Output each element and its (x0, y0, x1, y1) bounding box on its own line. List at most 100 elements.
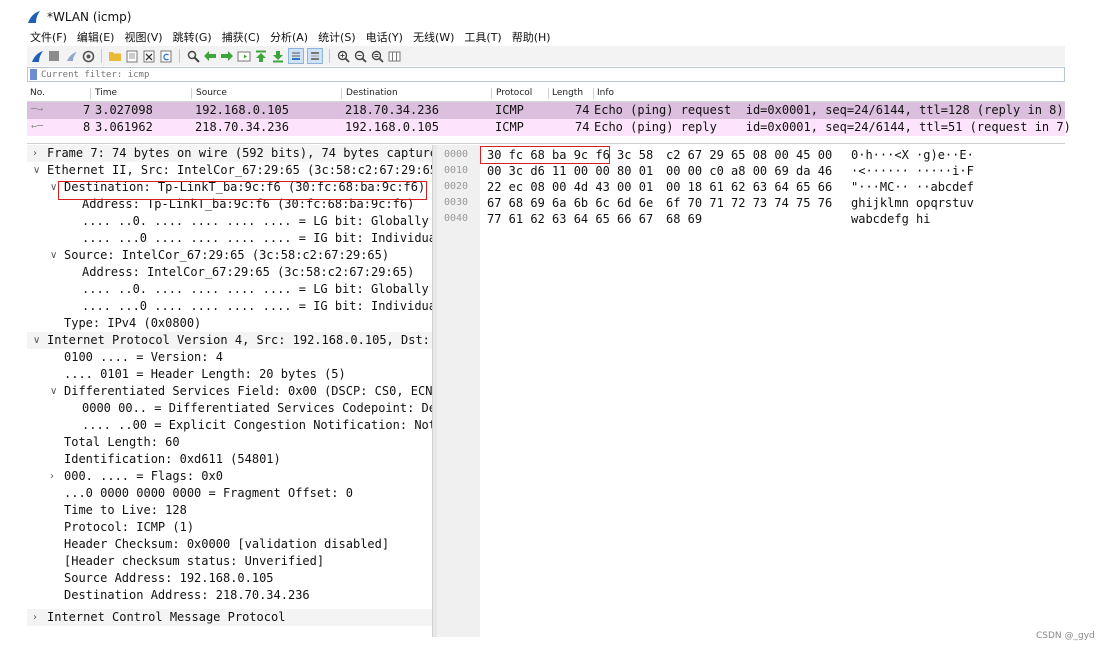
packet-length: 74 (575, 120, 590, 134)
detail-item[interactable]: Identification: 0xd611 (54801) (27, 451, 432, 468)
hex-bytes[interactable]: 68 69 (666, 211, 702, 227)
go-back-icon[interactable] (203, 49, 217, 63)
detail-item[interactable]: .... ...0 .... .... .... .... = IG bit: … (27, 298, 432, 315)
start-capture-icon[interactable] (30, 49, 44, 63)
zoom-reset-icon[interactable] (370, 49, 384, 63)
menu-telephony[interactable]: 电话(Y) (366, 29, 403, 45)
detail-item[interactable]: 0000 00.. = Differentiated Services Code… (27, 400, 432, 417)
detail-item[interactable]: .... ..0. .... .... .... .... = LG bit: … (27, 213, 432, 230)
collapse-icon[interactable]: ∨ (33, 162, 40, 179)
bookmark-icon[interactable] (30, 69, 37, 80)
hex-bytes[interactable]: 00 3c d6 11 00 00 80 01 (487, 163, 653, 179)
col-source[interactable]: Source (196, 88, 227, 98)
detail-item[interactable]: Address: IntelCor_67:29:65 (3c:58:c2:67:… (27, 264, 432, 281)
detail-item[interactable]: .... 0101 = Header Length: 20 bytes (5) (27, 366, 432, 383)
detail-text: Address: IntelCor_67:29:65 (3c:58:c2:67:… (82, 265, 415, 279)
menu-tools[interactable]: 工具(T) (464, 29, 501, 45)
collapse-icon[interactable]: ∨ (33, 332, 40, 349)
col-destination[interactable]: Destination (346, 88, 398, 98)
ascii-bytes[interactable]: ghijklmn opqrstuv (851, 195, 974, 211)
open-file-icon[interactable] (108, 49, 122, 63)
detail-item[interactable]: Type: IPv4 (0x0800) (27, 315, 432, 332)
hex-bytes[interactable]: 00 18 61 62 63 64 65 66 (666, 179, 832, 195)
detail-frame[interactable]: › Frame 7: 74 bytes on wire (592 bits), 7… (27, 145, 432, 162)
detail-item[interactable]: [Header checksum status: Unverified] (27, 553, 432, 570)
menu-help[interactable]: 帮助(H) (512, 29, 551, 45)
detail-ethernet[interactable]: ∨ Ethernet II, Src: IntelCor_67:29:65 (3c… (27, 162, 432, 179)
go-forward-icon[interactable] (220, 49, 234, 63)
menu-edit[interactable]: 编辑(E) (77, 29, 115, 45)
byte-offset: 0030 (444, 197, 469, 208)
col-info[interactable]: Info (597, 88, 614, 98)
hex-bytes[interactable]: 00 00 c0 a8 00 69 da 46 (666, 163, 832, 179)
detail-text: Source Address: 192.168.0.105 (64, 571, 274, 585)
detail-eth-source[interactable]: ∨ Source: IntelCor_67:29:65 (3c:58:c2:67:… (27, 247, 432, 264)
collapse-icon[interactable]: ∨ (50, 247, 57, 264)
first-packet-icon[interactable] (254, 49, 268, 63)
ascii-bytes[interactable]: "···MC·· ··abcdef (851, 179, 974, 195)
menu-wireless[interactable]: 无线(W) (413, 29, 454, 45)
expand-icon[interactable]: › (50, 468, 54, 485)
hex-bytes[interactable]: 77 61 62 63 64 65 66 67 (487, 211, 653, 227)
col-time[interactable]: Time (95, 88, 117, 98)
ascii-bytes[interactable]: ·<······ ·····i·F (851, 163, 974, 179)
expand-icon[interactable]: › (33, 145, 37, 162)
detail-text: Protocol: ICMP (1) (64, 520, 195, 534)
detail-flags[interactable]: › 000. .... = Flags: 0x0 (27, 468, 432, 485)
hex-bytes[interactable]: 67 68 69 6a 6b 6c 6d 6e (487, 195, 653, 211)
detail-item[interactable]: .... ..0. .... .... .... .... = LG bit: … (27, 281, 432, 298)
zoom-in-icon[interactable] (336, 49, 350, 63)
hex-bytes[interactable]: 22 ec 08 00 4d 43 00 01 (487, 179, 653, 195)
colorize-icon[interactable] (307, 48, 323, 64)
last-packet-icon[interactable] (271, 49, 285, 63)
hex-bytes[interactable]: c2 67 29 65 08 00 45 00 (666, 147, 832, 163)
detail-item[interactable]: Total Length: 60 (27, 434, 432, 451)
menu-file[interactable]: 文件(F) (30, 29, 67, 45)
detail-text: Time to Live: 128 (64, 503, 187, 517)
detail-ipv4[interactable]: ∨ Internet Protocol Version 4, Src: 192.1… (27, 332, 432, 349)
detail-item[interactable]: Destination Address: 218.70.34.236 (27, 587, 432, 604)
go-to-packet-icon[interactable] (237, 49, 251, 63)
detail-text: Type: IPv4 (0x0800) (64, 316, 202, 330)
close-file-icon[interactable] (142, 49, 156, 63)
detail-dsfield[interactable]: ∨ Differentiated Services Field: 0x00 (DS… (27, 383, 432, 400)
packet-row[interactable]: ←─ 8 3.061962 218.70.34.236 192.168.0.10… (27, 119, 1071, 136)
detail-text: 000. .... = Flags: 0x0 (64, 469, 223, 483)
ascii-bytes[interactable]: 0·h···<X ·g)e··E· (851, 147, 974, 163)
ascii-bytes[interactable]: wabcdefg hi (851, 211, 930, 227)
detail-item[interactable]: Source Address: 192.168.0.105 (27, 570, 432, 587)
menu-statistics[interactable]: 统计(S) (318, 29, 356, 45)
packet-row[interactable]: ─→ 7 3.027098 192.168.0.105 218.70.34.23… (27, 102, 1065, 119)
collapse-icon[interactable]: ∨ (50, 179, 57, 196)
restart-capture-icon[interactable] (64, 49, 78, 63)
collapse-icon[interactable]: ∨ (50, 383, 57, 400)
detail-item[interactable]: ...0 0000 0000 0000 = Fragment Offset: 0 (27, 485, 432, 502)
zoom-out-icon[interactable] (353, 49, 367, 63)
hex-bytes[interactable]: 6f 70 71 72 73 74 75 76 (666, 195, 832, 211)
detail-item[interactable]: Time to Live: 128 (27, 502, 432, 519)
reload-file-icon[interactable] (159, 49, 173, 63)
col-length[interactable]: Length (552, 88, 583, 98)
find-packet-icon[interactable] (186, 49, 200, 63)
detail-text: Source: IntelCor_67:29:65 (3c:58:c2:67:2… (64, 248, 390, 262)
detail-item[interactable]: .... ..00 = Explicit Congestion Notifica… (27, 417, 432, 434)
col-no[interactable]: No. (30, 88, 45, 98)
detail-item[interactable]: Header Checksum: 0x0000 [validation disa… (27, 536, 432, 553)
auto-scroll-icon[interactable] (288, 48, 304, 64)
detail-item[interactable]: Protocol: ICMP (1) (27, 519, 432, 536)
capture-options-icon[interactable] (81, 49, 95, 63)
packet-length: 74 (575, 103, 590, 117)
menu-go[interactable]: 跳转(G) (173, 29, 212, 45)
resize-columns-icon[interactable] (387, 49, 401, 63)
col-protocol[interactable]: Protocol (496, 88, 532, 98)
expand-icon[interactable]: › (33, 609, 37, 626)
menu-analyze[interactable]: 分析(A) (270, 29, 308, 45)
detail-item[interactable]: .... ...0 .... .... .... .... = IG bit: … (27, 230, 432, 247)
stop-capture-icon[interactable] (47, 49, 61, 63)
display-filter-input[interactable] (41, 68, 1064, 81)
detail-item[interactable]: 0100 .... = Version: 4 (27, 349, 432, 366)
menu-view[interactable]: 视图(V) (124, 29, 162, 45)
save-file-icon[interactable] (125, 49, 139, 63)
menu-capture[interactable]: 捕获(C) (222, 29, 260, 45)
detail-icmp[interactable]: › Internet Control Message Protocol (27, 609, 432, 626)
